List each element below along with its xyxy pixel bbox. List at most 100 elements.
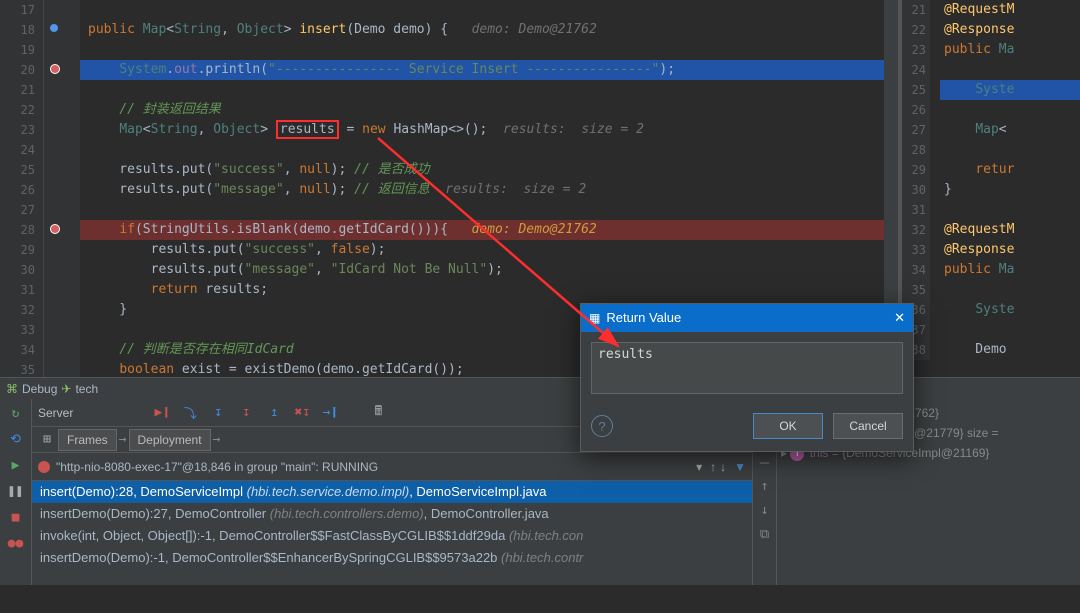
line-number: 28 xyxy=(902,140,930,160)
remove-watch-icon[interactable]: － xyxy=(756,453,774,471)
breakpoint-icon[interactable] xyxy=(50,64,60,74)
debug-tool-window-tab[interactable]: ⌘ Debug ✈ tech xyxy=(0,377,1080,399)
evaluate-expression-icon[interactable]: 🖩 xyxy=(369,404,387,422)
line-number: 24 xyxy=(902,60,930,80)
drop-frame-icon[interactable]: ✖↧ xyxy=(293,404,311,422)
code-line[interactable]: results.put("message", "IdCard Not Be Nu… xyxy=(80,260,884,280)
frames-list[interactable]: insert(Demo):28, DemoServiceImpl (hbi.te… xyxy=(32,481,752,585)
server-tab[interactable]: Server xyxy=(38,406,73,420)
filter-icon[interactable]: ▼ xyxy=(734,460,746,474)
line-number: 33 xyxy=(0,320,43,340)
code-line[interactable] xyxy=(940,140,1080,160)
force-step-into-icon[interactable]: ↧ xyxy=(237,404,255,422)
line-number: 27 xyxy=(902,120,930,140)
debug-label: Debug xyxy=(22,378,57,400)
ok-button[interactable]: OK xyxy=(753,413,823,439)
code-line[interactable] xyxy=(940,100,1080,120)
stack-frame[interactable]: insert(Demo):28, DemoServiceImpl (hbi.te… xyxy=(32,481,752,503)
stack-frame[interactable]: insertDemo(Demo):-1, DemoController$$Enh… xyxy=(32,547,752,569)
line-number: 20 xyxy=(0,60,43,80)
resume-button[interactable]: ▶ xyxy=(6,455,26,475)
close-icon[interactable]: ✕ xyxy=(894,304,905,332)
editor-right[interactable]: 212223242526272829303132333435363738 @Re… xyxy=(902,0,1080,377)
stack-frame[interactable]: invoke(int, Object, Object[]):-1, DemoCo… xyxy=(32,525,752,547)
prev-frame-icon[interactable]: ↑ xyxy=(710,460,716,474)
code-line[interactable] xyxy=(80,40,884,60)
code-line[interactable]: Demo xyxy=(940,340,1080,360)
line-number: 22 xyxy=(0,100,43,120)
run-icon: ✈ xyxy=(61,378,71,400)
code-line[interactable]: Map<String, Object> results = new HashMa… xyxy=(80,120,884,140)
code-line[interactable]: results.put("success", false); xyxy=(80,240,884,260)
view-breakpoints-button[interactable]: ●● xyxy=(6,533,26,553)
bug-icon: ⌘ xyxy=(6,378,18,400)
code-line[interactable] xyxy=(940,60,1080,80)
code-line[interactable]: // 封装返回结果 xyxy=(80,100,884,120)
pause-button[interactable]: ❚❚ xyxy=(6,481,26,501)
line-number: 19 xyxy=(0,40,43,60)
code-line[interactable]: return results; xyxy=(80,280,884,300)
line-number: 28 xyxy=(0,220,43,240)
line-number: 31 xyxy=(902,200,930,220)
rerun-button[interactable]: ↻ xyxy=(6,403,26,423)
code-line[interactable] xyxy=(80,140,884,160)
run-to-cursor-icon[interactable]: →❙ xyxy=(321,404,339,422)
tab-frames[interactable]: Frames xyxy=(58,429,117,451)
code-line[interactable] xyxy=(940,200,1080,220)
update-button[interactable]: ⟲ xyxy=(6,429,26,449)
show-execution-point-icon[interactable]: ▶❙ xyxy=(153,404,171,422)
code-line[interactable] xyxy=(80,200,884,220)
line-number: 30 xyxy=(902,180,930,200)
help-icon[interactable]: ? xyxy=(591,415,613,437)
code-line[interactable]: @RequestM xyxy=(940,0,1080,20)
code-line[interactable]: Syste xyxy=(940,300,1080,320)
line-number: 21 xyxy=(902,0,930,20)
code-line[interactable]: System.out.println("---------------- Ser… xyxy=(80,60,884,80)
code-line[interactable]: Map< xyxy=(940,120,1080,140)
code-line[interactable]: public Map<String, Object> insert(Demo d… xyxy=(80,20,884,40)
next-frame-icon[interactable]: ↓ xyxy=(720,460,726,474)
return-value-dialog: ▦ Return Value ✕ ? OK Cancel xyxy=(580,303,914,452)
step-into-icon[interactable]: ↧ xyxy=(209,404,227,422)
stop-button[interactable]: ■ xyxy=(6,507,26,527)
code-line[interactable]: @Response xyxy=(940,20,1080,40)
code-line[interactable] xyxy=(80,80,884,100)
down-icon[interactable]: ↓ xyxy=(756,501,774,519)
code-line[interactable]: public Ma xyxy=(940,40,1080,60)
highlighted-identifier: results xyxy=(276,120,339,139)
line-number: 32 xyxy=(0,300,43,320)
cancel-button[interactable]: Cancel xyxy=(833,413,903,439)
code-line[interactable] xyxy=(940,280,1080,300)
editor-split: 17181920212223242526272829303132333435 p… xyxy=(0,0,1080,377)
restore-layout-icon[interactable]: ⊞ xyxy=(38,431,56,449)
thread-label: "http-nio-8080-exec-17"@18,846 in group … xyxy=(56,460,378,474)
stack-frame[interactable]: insertDemo(Demo):27, DemoController (hbi… xyxy=(32,503,752,525)
code-line[interactable]: Syste xyxy=(940,80,1080,100)
method-marker-icon xyxy=(50,24,58,32)
chevron-down-icon[interactable]: ▾ xyxy=(696,460,702,474)
code-line[interactable]: if(StringUtils.isBlank(demo.getIdCard())… xyxy=(80,220,884,240)
code-line[interactable]: results.put("success", null); // 是否成功 xyxy=(80,160,884,180)
code-line[interactable]: results.put("message", null); // 返回信息 re… xyxy=(80,180,884,200)
up-icon[interactable]: ↑ xyxy=(756,477,774,495)
copy-icon[interactable]: ⧉ xyxy=(756,525,774,543)
code-line[interactable] xyxy=(940,320,1080,340)
tab-deployment[interactable]: Deployment xyxy=(129,429,211,451)
code-line[interactable]: @Response xyxy=(940,240,1080,260)
breakpoint-icon[interactable] xyxy=(50,224,60,234)
code-line[interactable]: retur xyxy=(940,160,1080,180)
line-number: 22 xyxy=(902,20,930,40)
debug-body: ↻ ⟲ ▶ ❚❚ ■ ●● Server ▶❙ ⤵ ↧ ↧ ↥ ✖↧ →❙ 🖩 … xyxy=(0,399,1080,585)
step-out-icon[interactable]: ↥ xyxy=(265,404,283,422)
line-number: 34 xyxy=(902,260,930,280)
dialog-titlebar[interactable]: ▦ Return Value ✕ xyxy=(581,304,913,332)
step-over-icon[interactable]: ⤵ xyxy=(181,404,199,422)
code-line[interactable]: public Ma xyxy=(940,260,1080,280)
thread-selector[interactable]: "http-nio-8080-exec-17"@18,846 in group … xyxy=(32,453,752,481)
line-number: 23 xyxy=(0,120,43,140)
expression-input[interactable] xyxy=(591,342,903,394)
code-line[interactable] xyxy=(80,0,884,20)
debug-left-toolbar: ↻ ⟲ ▶ ❚❚ ■ ●● xyxy=(0,399,32,585)
code-line[interactable]: @RequestM xyxy=(940,220,1080,240)
code-line[interactable]: } xyxy=(940,180,1080,200)
